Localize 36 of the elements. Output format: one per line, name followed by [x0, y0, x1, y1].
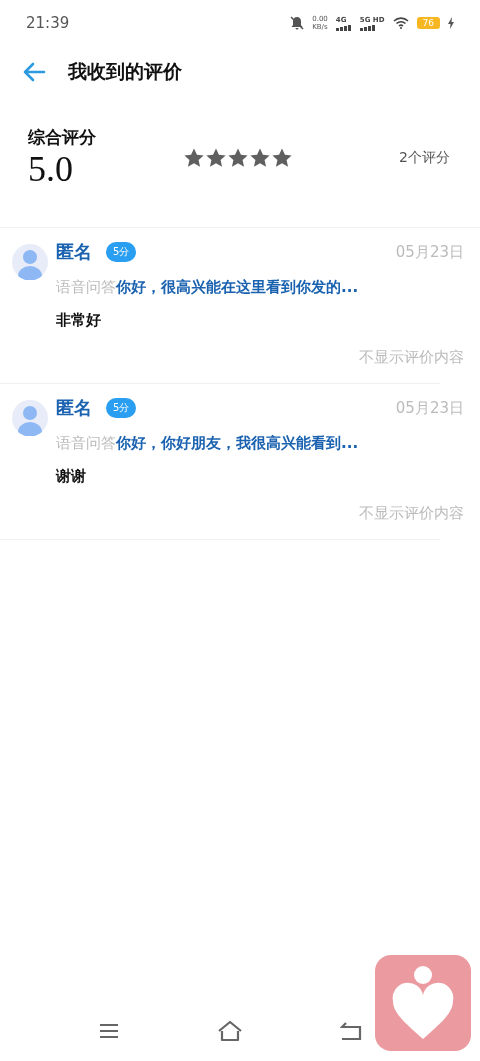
- signal-icon: [359, 24, 376, 31]
- review-note: 不显示评价内容: [359, 504, 464, 523]
- review-comment: 非常好: [56, 311, 102, 330]
- rating-label: 综合评分: [28, 126, 97, 149]
- reviewer-name: 匿名: [56, 396, 92, 420]
- review-comment: 谢谢: [56, 467, 87, 486]
- page-title: 我收到的评价: [68, 59, 182, 84]
- home-icon[interactable]: [217, 1020, 243, 1042]
- star-icon: [205, 146, 227, 169]
- star-icon: [183, 146, 205, 169]
- score-badge: 5分: [106, 242, 137, 262]
- review-note: 不显示评价内容: [359, 348, 464, 367]
- review-date: 05月23日: [395, 242, 464, 262]
- question-text[interactable]: 你好，你好朋友，我很高兴能看到...: [116, 434, 359, 453]
- question-text[interactable]: 你好，很高兴能在这里看到你发的...: [116, 278, 359, 297]
- back-icon[interactable]: [339, 1021, 362, 1041]
- score-badge: 5分: [106, 398, 137, 418]
- star-icon: [249, 146, 271, 169]
- review-date: 05月23日: [395, 398, 464, 418]
- star-icon: [227, 146, 249, 169]
- rating-count: 2个评分: [399, 148, 451, 167]
- avatar-icon: [12, 244, 48, 280]
- avatar-icon: [12, 400, 48, 436]
- star-icon: [271, 146, 293, 169]
- battery-indicator: 76: [416, 17, 440, 29]
- charging-icon: [448, 17, 454, 29]
- back-arrow-icon[interactable]: [22, 62, 46, 82]
- signal-icon: [335, 24, 352, 31]
- reviewer-name: 匿名: [56, 240, 92, 264]
- mute-icon: [290, 16, 305, 30]
- question-type: 语音问答: [56, 278, 116, 297]
- menu-icon[interactable]: [98, 1022, 121, 1040]
- status-time: 21:39: [26, 14, 70, 32]
- wifi-icon: [392, 17, 409, 29]
- question-type: 语音问答: [56, 434, 116, 453]
- rating-score: 5.0: [28, 149, 74, 189]
